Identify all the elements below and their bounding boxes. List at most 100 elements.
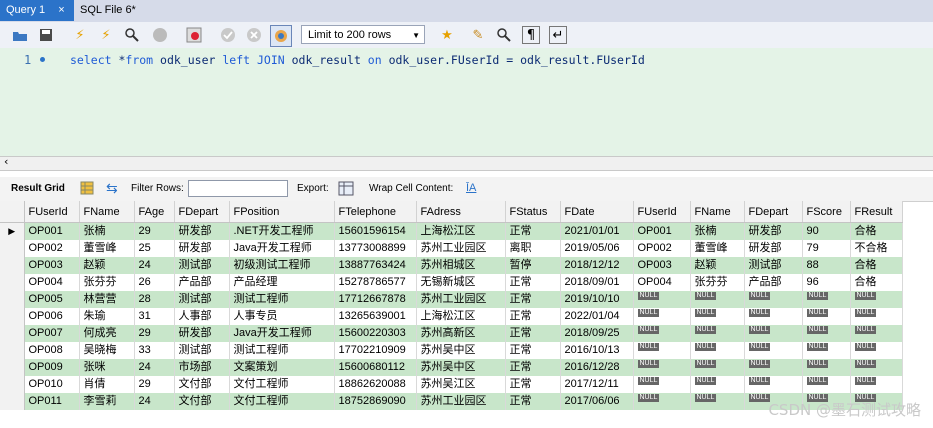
row-header[interactable] — [0, 308, 25, 325]
table-row[interactable]: ▶ OP001 张楠 29 研发部 .NET开发工程师 15601596154 上海松江区 正常… — [0, 222, 903, 240]
wrap-cell-icon[interactable]: ĪA — [466, 182, 476, 194]
table-cell[interactable]: OP007 — [24, 325, 80, 342]
horizontal-scrollbar[interactable]: ‹ — [0, 155, 933, 171]
table-cell[interactable]: NULL — [744, 376, 803, 393]
tab-sql-file-6[interactable]: SQL File 6* — [74, 0, 142, 21]
table-cell[interactable]: 赵颖 — [690, 257, 745, 274]
table-cell[interactable]: NULL — [633, 308, 691, 325]
table-cell[interactable]: NULL — [802, 342, 851, 359]
table-cell[interactable]: 正常 — [505, 308, 561, 325]
table-cell[interactable]: 15278786577 — [334, 274, 417, 291]
table-cell[interactable]: NULL — [633, 393, 691, 410]
table-cell[interactable]: 文付部 — [174, 376, 230, 393]
table-cell[interactable]: 合格 — [850, 222, 903, 240]
table-cell[interactable]: 苏州工业园区 — [416, 393, 506, 410]
open-folder-icon[interactable] — [10, 25, 30, 45]
table-cell[interactable]: 董雪峰 — [690, 240, 745, 257]
table-cell[interactable]: OP003 — [633, 257, 691, 274]
table-cell[interactable]: OP005 — [24, 291, 80, 308]
table-cell[interactable]: 赵颖 — [79, 257, 135, 274]
table-cell[interactable]: NULL — [850, 291, 903, 308]
table-cell[interactable]: 2019/10/10 — [560, 291, 634, 308]
table-cell[interactable]: 文付部 — [174, 393, 230, 410]
table-cell[interactable]: Java开发工程师 — [229, 240, 335, 257]
row-header[interactable]: ▶ — [0, 222, 25, 240]
table-cell[interactable]: 测试部 — [174, 257, 230, 274]
table-cell[interactable]: 产品部 — [174, 274, 230, 291]
table-cell[interactable]: 29 — [134, 376, 175, 393]
column-header[interactable]: FDepart — [744, 201, 803, 223]
table-cell[interactable]: 24 — [134, 359, 175, 376]
table-cell[interactable]: 2017/12/11 — [560, 376, 634, 393]
rollback-icon[interactable] — [244, 25, 264, 45]
table-cell[interactable]: 测试部 — [174, 342, 230, 359]
table-cell[interactable]: 合格 — [850, 274, 903, 291]
table-cell[interactable]: 正常 — [505, 222, 561, 240]
table-cell[interactable]: NULL — [802, 359, 851, 376]
table-cell[interactable]: NULL — [690, 393, 745, 410]
table-row[interactable]: OP011 李雪莉 24 文付部 文付工程师 18752869090 苏州工业园区 正常 201… — [0, 393, 903, 410]
table-cell[interactable]: 苏州吴江区 — [416, 376, 506, 393]
table-cell[interactable]: 张楠 — [690, 222, 745, 240]
table-cell[interactable]: NULL — [744, 359, 803, 376]
execute-lightning-icon[interactable]: ⚡ — [70, 25, 90, 45]
table-cell[interactable]: 合格 — [850, 257, 903, 274]
table-cell[interactable]: 张芬芬 — [79, 274, 135, 291]
table-cell[interactable]: NULL — [690, 376, 745, 393]
table-cell[interactable]: .NET开发工程师 — [229, 222, 335, 240]
table-cell[interactable]: 林营营 — [79, 291, 135, 308]
row-header[interactable] — [0, 257, 25, 274]
table-cell[interactable]: 张芬芬 — [690, 274, 745, 291]
table-cell[interactable]: 苏州工业园区 — [416, 240, 506, 257]
table-cell[interactable]: 苏州相城区 — [416, 257, 506, 274]
table-cell[interactable]: OP010 — [24, 376, 80, 393]
table-cell[interactable]: NULL — [744, 325, 803, 342]
table-cell[interactable]: 不合格 — [850, 240, 903, 257]
table-cell[interactable]: NULL — [633, 376, 691, 393]
export-icon[interactable] — [338, 181, 354, 199]
table-cell[interactable]: 79 — [802, 240, 851, 257]
table-cell[interactable]: 测试工程师 — [229, 291, 335, 308]
table-cell[interactable]: 13887763424 — [334, 257, 417, 274]
autocommit-icon[interactable] — [270, 25, 292, 47]
table-cell[interactable]: OP002 — [633, 240, 691, 257]
column-header[interactable]: FUserId — [633, 201, 691, 223]
stop-hand-icon[interactable] — [150, 25, 170, 45]
table-cell[interactable]: OP004 — [633, 274, 691, 291]
row-header[interactable] — [0, 393, 25, 410]
table-cell[interactable]: 测试部 — [174, 291, 230, 308]
table-cell[interactable]: NULL — [690, 325, 745, 342]
table-cell[interactable]: NULL — [744, 342, 803, 359]
table-cell[interactable]: 离职 — [505, 240, 561, 257]
table-cell[interactable]: OP002 — [24, 240, 80, 257]
table-cell[interactable]: 朱瑜 — [79, 308, 135, 325]
find-magnifier-icon[interactable] — [494, 25, 514, 45]
table-cell[interactable]: 市场部 — [174, 359, 230, 376]
table-cell[interactable]: NULL — [850, 308, 903, 325]
table-row[interactable]: OP007 何成亮 29 研发部 Java开发工程师 15600220303 苏州高新区 正常… — [0, 325, 903, 342]
column-header[interactable]: FStatus — [505, 201, 561, 223]
table-cell[interactable]: 2018/09/25 — [560, 325, 634, 342]
table-cell[interactable]: 17712667878 — [334, 291, 417, 308]
table-cell[interactable]: 研发部 — [174, 325, 230, 342]
table-row[interactable]: OP003 赵颖 24 测试部 初级测试工程师 13887763424 苏州相城区 暂停 201… — [0, 257, 903, 274]
grid-view-icon[interactable] — [80, 181, 94, 198]
table-cell[interactable]: 人事部 — [174, 308, 230, 325]
table-cell[interactable]: NULL — [744, 291, 803, 308]
table-row[interactable]: OP002 董雪峰 25 研发部 Java开发工程师 13773008899 苏州工业园区 离… — [0, 240, 903, 257]
table-cell[interactable]: OP011 — [24, 393, 80, 410]
explain-magnifier-icon[interactable] — [122, 25, 142, 45]
table-cell[interactable]: 2018/09/01 — [560, 274, 634, 291]
table-cell[interactable]: 15600680112 — [334, 359, 417, 376]
table-cell[interactable]: 18752869090 — [334, 393, 417, 410]
table-cell[interactable]: OP001 — [633, 222, 691, 240]
execute-current-icon[interactable]: ⚡ — [96, 25, 116, 45]
close-icon[interactable]: × — [58, 4, 64, 16]
table-cell[interactable]: NULL — [802, 376, 851, 393]
column-header[interactable]: FPosition — [229, 201, 335, 223]
table-cell[interactable]: OP001 — [24, 222, 80, 240]
table-cell[interactable]: NULL — [633, 325, 691, 342]
table-cell[interactable]: 正常 — [505, 274, 561, 291]
column-header[interactable]: FAdress — [416, 201, 506, 223]
table-cell[interactable]: 文付工程师 — [229, 393, 335, 410]
